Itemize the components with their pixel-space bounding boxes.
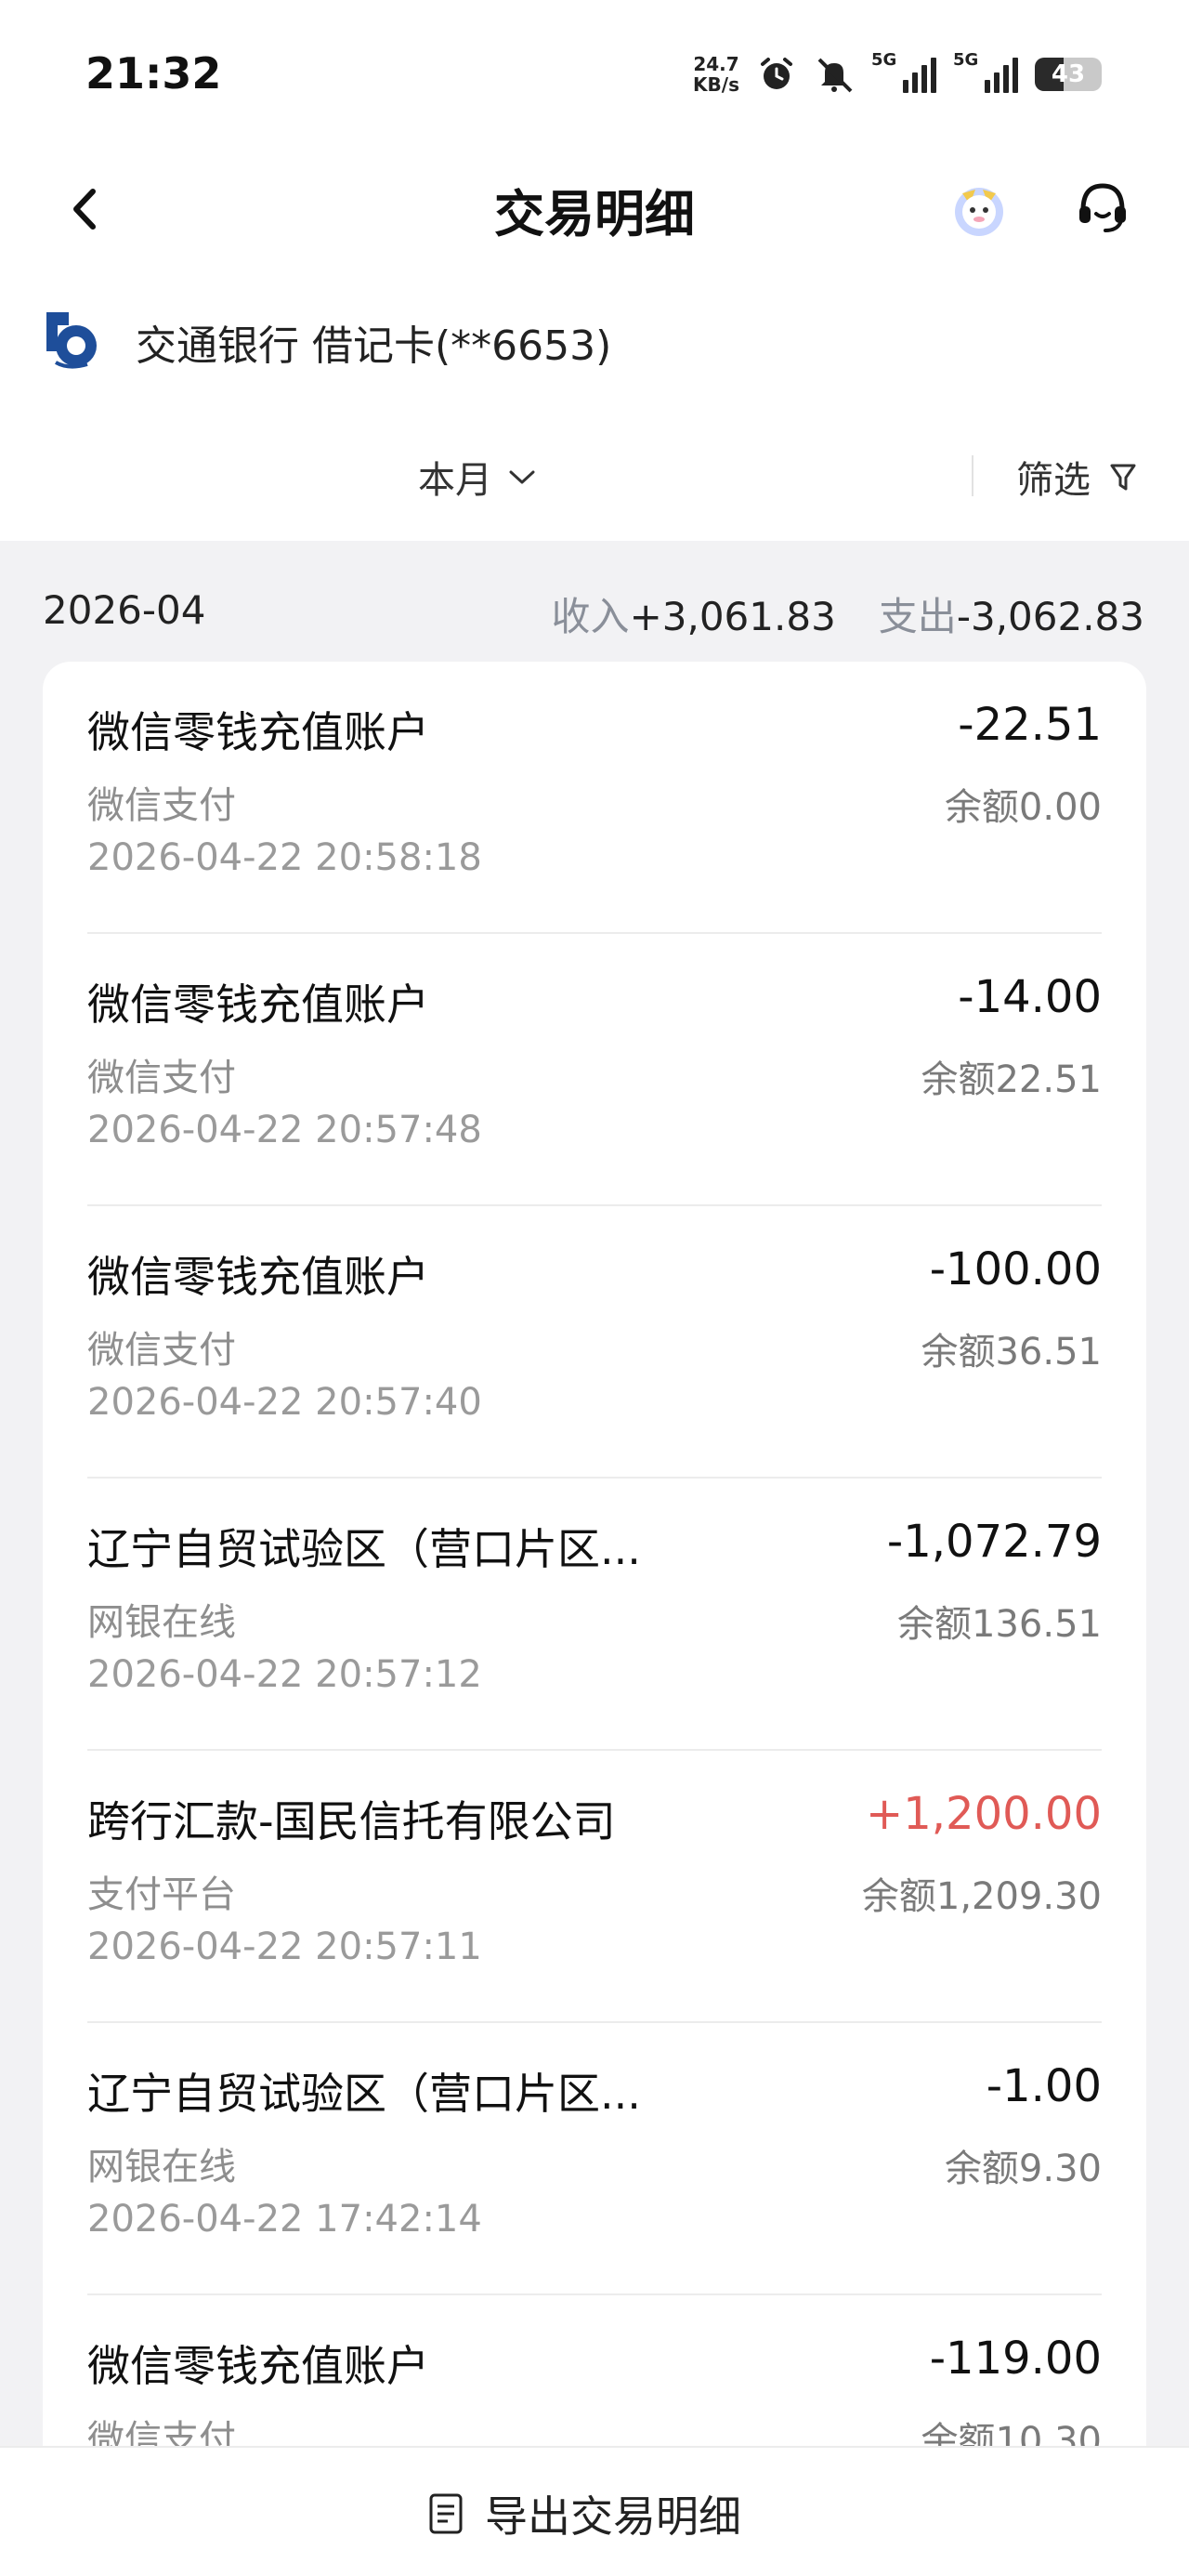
signal-2-icon: 5G — [953, 50, 1018, 93]
income-total: 收入+3,061.83 — [551, 594, 836, 639]
transaction-time: 2026-04-22 20:57:48 — [87, 1109, 482, 1151]
transaction-title: 微信零钱充值账户 — [87, 979, 429, 1030]
signal-1-icon: 5G — [871, 50, 936, 93]
transaction-title: 辽宁自贸试验区（营口片区... — [87, 2069, 641, 2119]
transaction-channel: 微信支付 — [87, 2418, 236, 2446]
transaction-balance: 余额0.00 — [944, 786, 1102, 829]
funnel-icon — [1110, 464, 1136, 491]
transaction-time: 2026-04-22 20:58:18 — [87, 836, 482, 879]
transaction-title: 微信零钱充值账户 — [87, 707, 429, 757]
status-bar: 21:32 24.7 KB/s 5G 5G 43 — [0, 0, 1189, 139]
transaction-amount: -1.00 — [986, 2060, 1102, 2112]
transaction-channel: 网银在线 — [87, 2146, 236, 2188]
period-label: 本月 — [418, 459, 492, 502]
status-icons: 24.7 KB/s 5G 5G 43 — [693, 50, 1102, 99]
nav-bar: 交易明细 — [0, 139, 1189, 279]
transaction-time: 2026-04-22 20:57:12 — [87, 1653, 482, 1696]
chevron-down-icon — [509, 470, 535, 484]
page-title: 交易明细 — [494, 185, 695, 243]
transaction-amount: -119.00 — [929, 2333, 1102, 2385]
customer-service-icon[interactable] — [1074, 177, 1131, 238]
expense-total: 支出-3,062.83 — [878, 594, 1144, 639]
filter-bar: 本月 筛选 — [0, 409, 1189, 541]
transaction-channel: 微信支付 — [87, 1329, 236, 1372]
mascot-avatar-icon[interactable] — [947, 177, 1011, 240]
transaction-channel: 支付平台 — [87, 1873, 236, 1916]
transaction-row[interactable]: 微信零钱充值账户 微信支付 2026-04-22 20:57:40 -100.0… — [87, 1206, 1102, 1479]
transaction-row[interactable]: 微信零钱充值账户 微信支付 2026-04-22 20:57:48 -14.00… — [87, 934, 1102, 1206]
transaction-row[interactable]: 跨行汇款-国民信托有限公司 支付平台 2026-04-22 20:57:11 +… — [87, 1751, 1102, 2023]
alarm-icon — [761, 58, 792, 89]
transaction-balance: 余额36.51 — [921, 1331, 1102, 1373]
transaction-balance: 余额22.51 — [921, 1058, 1102, 1101]
transaction-amount: -100.00 — [929, 1243, 1102, 1295]
transaction-title: 辽宁自贸试验区（营口片区... — [87, 1524, 641, 1574]
transaction-amount: -22.51 — [958, 699, 1102, 751]
transaction-time: 2026-04-22 20:57:11 — [87, 1925, 482, 1968]
filter-label: 筛选 — [1016, 459, 1091, 502]
transaction-balance: 余额136.51 — [897, 1603, 1102, 1646]
filter-button[interactable]: 筛选 — [1016, 450, 1137, 504]
transaction-balance: 余额9.30 — [944, 2148, 1102, 2190]
transaction-channel: 微信支付 — [87, 784, 236, 827]
transaction-row[interactable]: 微信零钱充值账户 微信支付 2026-04-22 20:58:18 -22.51… — [87, 662, 1102, 934]
transaction-list: 微信零钱充值账户 微信支付 2026-04-22 20:58:18 -22.51… — [43, 662, 1146, 2446]
transaction-time: 2026-04-22 17:42:14 — [87, 2198, 482, 2241]
network-speed: 24.7 KB/s — [693, 53, 739, 96]
transaction-title: 微信零钱充值账户 — [87, 1252, 429, 1302]
period-selector[interactable]: 本月 — [418, 450, 537, 504]
account-name: 交通银行 借记卡(**6653) — [136, 322, 612, 370]
month-totals: 收入+3,061.83 支出-3,062.83 — [552, 585, 1144, 642]
transaction-row[interactable]: 微信零钱充值账户 微信支付 -119.00 余额10.30 — [87, 2295, 1102, 2446]
transaction-time: 2026-04-22 20:57:40 — [87, 1381, 482, 1424]
account-row[interactable]: 交通银行 借记卡(**6653) — [0, 279, 1189, 409]
transaction-amount: -14.00 — [958, 971, 1102, 1023]
transaction-row[interactable]: 辽宁自贸试验区（营口片区... 网银在线 2026-04-22 17:42:14… — [87, 2023, 1102, 2295]
transaction-channel: 网银在线 — [87, 1601, 236, 1644]
month-label: 2026-04 — [43, 587, 206, 633]
mute-icon — [817, 58, 853, 93]
export-transactions-button[interactable]: 导出交易明细 — [427, 2483, 741, 2544]
transaction-balance: 余额1,209.30 — [861, 1875, 1102, 1918]
transaction-title: 跨行汇款-国民信托有限公司 — [87, 1796, 616, 1847]
bottom-bar: 导出交易明细 — [0, 2446, 1189, 2576]
battery-icon: 43 — [1035, 58, 1102, 91]
transaction-title: 微信零钱充值账户 — [87, 2341, 429, 2391]
transaction-row[interactable]: 辽宁自贸试验区（营口片区... 网银在线 2026-04-22 20:57:12… — [87, 1479, 1102, 1751]
transaction-amount: -1,072.79 — [886, 1516, 1102, 1568]
divider — [972, 455, 973, 496]
status-time: 21:32 — [85, 48, 222, 99]
transaction-channel: 微信支付 — [87, 1057, 236, 1099]
transaction-amount: +1,200.00 — [866, 1788, 1102, 1840]
document-icon — [429, 2493, 463, 2534]
export-label: 导出交易明细 — [485, 2491, 741, 2542]
bank-logo-icon — [46, 312, 97, 369]
transaction-balance: 余额10.30 — [921, 2420, 1102, 2446]
month-summary: 2026-04 收入+3,061.83 支出-3,062.83 — [0, 541, 1189, 660]
